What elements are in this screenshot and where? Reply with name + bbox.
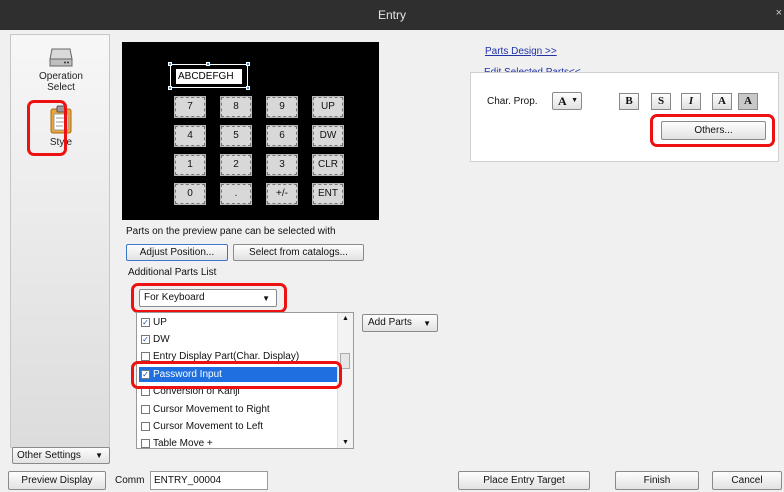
checkbox[interactable]: ✓	[141, 318, 150, 327]
scroll-down-icon[interactable]: ▼	[342, 439, 349, 446]
resize-handle[interactable]	[168, 62, 172, 66]
checkbox[interactable]	[141, 439, 150, 448]
add-parts-label: Add Parts	[368, 317, 412, 328]
key-up[interactable]: UP	[312, 96, 344, 118]
key-dw[interactable]: DW	[312, 125, 344, 147]
display-text: ABCDEFGH	[176, 69, 242, 84]
close-icon[interactable]: ×	[776, 7, 782, 19]
checkbox[interactable]	[141, 405, 150, 414]
window-title: Entry	[377, 8, 406, 22]
key-6[interactable]: 6	[266, 125, 298, 147]
other-settings-label: Other Settings	[17, 450, 81, 461]
preview-pane[interactable]: ABCDEFGH 7 8 9 UP 4 5 6 DW 1 2 3 CLR 0 .…	[122, 42, 379, 220]
sidebar: Operation Select Style	[10, 34, 110, 448]
checkbox[interactable]	[141, 422, 150, 431]
key-0[interactable]: 0	[174, 183, 206, 205]
sidebar-item-label: Operation Select	[39, 71, 83, 93]
comm-label: Comm	[115, 475, 145, 486]
preview-display-button[interactable]: Preview Display	[8, 471, 106, 490]
cancel-button[interactable]: Cancel	[712, 471, 782, 490]
key-1[interactable]: 1	[174, 154, 206, 176]
key-5[interactable]: 5	[220, 125, 252, 147]
text-background-button[interactable]: A	[738, 93, 758, 110]
highlight-keyboard-select	[131, 283, 287, 313]
key-plus-minus[interactable]: +/-	[266, 183, 298, 205]
checkbox[interactable]	[141, 352, 150, 361]
key-9[interactable]: 9	[266, 96, 298, 118]
select-from-catalogs-button[interactable]: Select from catalogs...	[233, 244, 364, 261]
parts-hint: Parts on the preview pane can be selecte…	[126, 226, 336, 237]
italic-button[interactable]: I	[681, 93, 701, 110]
list-item[interactable]: ✓ DW	[139, 332, 337, 347]
title-bar: Entry ×	[0, 0, 784, 30]
key-2[interactable]: 2	[220, 154, 252, 176]
resize-handle[interactable]	[246, 62, 250, 66]
comm-input[interactable]: ENTRY_00004	[150, 471, 268, 490]
key-ent[interactable]: ENT	[312, 183, 344, 205]
chevron-down-icon: ▼	[571, 97, 578, 104]
sidebar-item-operation-select[interactable]: Operation Select	[11, 45, 111, 93]
scroll-up-icon[interactable]: ▲	[342, 315, 349, 322]
key-7[interactable]: 7	[174, 96, 206, 118]
finish-button[interactable]: Finish	[615, 471, 699, 490]
char-prop-label: Char. Prop.	[487, 96, 538, 107]
key-3[interactable]: 3	[266, 154, 298, 176]
bold-button[interactable]: B	[619, 93, 639, 110]
other-settings-button[interactable]: Other Settings ▼	[12, 447, 110, 464]
highlight-others	[650, 114, 775, 147]
key-4[interactable]: 4	[174, 125, 206, 147]
resize-handle[interactable]	[168, 86, 172, 90]
chevron-down-icon: ▼	[423, 319, 431, 328]
resize-handle[interactable]	[246, 86, 250, 90]
checkbox[interactable]: ✓	[141, 335, 150, 344]
char-prop-value: A	[558, 94, 567, 108]
list-item[interactable]: Cursor Movement to Left	[139, 419, 337, 434]
parts-design-link[interactable]: Parts Design >>	[485, 46, 557, 57]
resize-handle[interactable]	[206, 62, 210, 66]
shadow-button[interactable]: S	[651, 93, 671, 110]
highlight-style	[27, 100, 67, 156]
add-parts-button[interactable]: Add Parts ▼	[362, 314, 438, 332]
char-prop-dropdown[interactable]: A ▼	[552, 92, 582, 110]
key-8[interactable]: 8	[220, 96, 252, 118]
list-item[interactable]: Table Move +	[139, 436, 337, 448]
list-item[interactable]: ✓ UP	[139, 315, 337, 330]
additional-parts-heading: Additional Parts List	[128, 267, 217, 278]
highlight-password-input	[131, 361, 342, 389]
place-entry-target-button[interactable]: Place Entry Target	[458, 471, 590, 490]
hard-drive-icon	[49, 48, 73, 67]
entry-display-part[interactable]: ABCDEFGH	[170, 64, 248, 88]
adjust-position-button[interactable]: Adjust Position...	[126, 244, 228, 261]
key-clr[interactable]: CLR	[312, 154, 344, 176]
text-style-button[interactable]: A	[712, 93, 732, 110]
chevron-down-icon: ▼	[95, 451, 103, 460]
list-item[interactable]: Cursor Movement to Right	[139, 402, 337, 417]
key-dot[interactable]: .	[220, 183, 252, 205]
